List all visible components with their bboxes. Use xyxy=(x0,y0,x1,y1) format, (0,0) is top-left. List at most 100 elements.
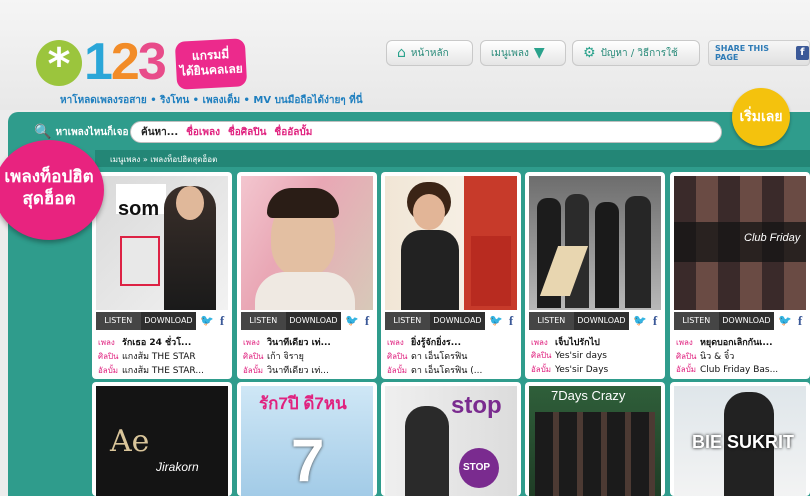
song-title[interactable]: รักเธอ 24 ชั่วโ... xyxy=(122,338,191,348)
download-button[interactable]: DOWNLOAD xyxy=(573,312,630,330)
listen-button[interactable]: LISTEN xyxy=(674,312,719,330)
artist-name[interactable]: นิว & จิ๋ว xyxy=(700,352,734,362)
listen-button[interactable]: LISTEN xyxy=(529,312,574,330)
artist-row: ศิลปิน ดา เอ็นโดรฟิน xyxy=(387,349,517,363)
album-cover[interactable] xyxy=(241,176,373,310)
artist-row: ศิลปิน Yes'sir days xyxy=(531,349,661,362)
facebook-icon[interactable]: f xyxy=(361,314,373,328)
song-card[interactable]: som LISTEN DOWNLOAD 🐦 f เพลง รักเธอ 24 ชั… xyxy=(92,172,232,379)
album-cover[interactable]: BIE SUKRIT xyxy=(674,386,806,496)
song-card[interactable]: LISTEN DOWNLOAD 🐦 f เพลง ยิ่งรู้จักยิ่งร.… xyxy=(381,172,521,379)
album-name[interactable]: แกงส้ม THE STAR... xyxy=(122,366,204,376)
album-label: อัลบั้ม xyxy=(243,366,264,375)
album-name[interactable]: ดา เอ็นโดรฟิน (... xyxy=(411,366,482,376)
song-label: เพลง xyxy=(243,338,260,347)
logo-number: 123 xyxy=(84,32,167,92)
search-hint-song: ชื่อเพลง xyxy=(186,126,220,138)
start-button[interactable]: เริ่มเลย xyxy=(732,88,790,146)
facebook-icon[interactable]: f xyxy=(216,314,228,328)
song-card[interactable]: stop STOP xyxy=(381,382,521,496)
facebook-icon[interactable]: f xyxy=(505,314,517,328)
twitter-icon[interactable]: 🐦 xyxy=(489,314,503,328)
artist-shirt xyxy=(255,272,355,310)
listen-button[interactable]: LISTEN xyxy=(385,312,430,330)
help-button[interactable]: ⚙ ปัญหา / วิธีการใช้ xyxy=(572,40,700,66)
site-logo[interactable]: * 123 แกรมมี่ ได้ยินคลเลย xyxy=(34,33,249,94)
cover-text: Ae xyxy=(110,424,150,459)
artist-figure xyxy=(405,406,449,496)
song-title[interactable]: หยุดบอกเลิกกันเ... xyxy=(700,338,773,348)
album-label: อัลบั้ม xyxy=(98,366,119,375)
download-button[interactable]: DOWNLOAD xyxy=(718,312,775,330)
song-card[interactable]: รัก7ปี ดี7หน 7 xyxy=(237,382,377,496)
listen-button[interactable]: LISTEN xyxy=(96,312,141,330)
search-label: 🔍 หาเพลงไหนก็เจอ xyxy=(34,124,130,140)
song-card[interactable]: LISTEN DOWNLOAD 🐦 f เพลง เจ็บไปรักไป ศิลป… xyxy=(525,172,665,379)
artist-name[interactable]: แกงส้ม THE STAR xyxy=(122,352,196,362)
album-cover[interactable]: Ae Jirakorn xyxy=(96,386,228,496)
music-menu-button[interactable]: เมนูเพลง ▼ xyxy=(480,40,566,66)
song-card[interactable]: Club Friday LISTEN DOWNLOAD 🐦 f เพลง หยุด… xyxy=(670,172,810,379)
album-name[interactable]: Yes'sir Days xyxy=(555,365,608,375)
album-label: อัลบั้ม xyxy=(676,365,697,374)
twitter-icon[interactable]: 🐦 xyxy=(778,314,792,328)
logo-badge: แกรมมี่ ได้ยินคลเลย xyxy=(174,38,248,90)
artist-name[interactable]: ดา เอ็นโดรฟิน xyxy=(411,352,467,362)
cover-text: som xyxy=(118,198,160,220)
song-label: เพลง xyxy=(387,338,404,347)
song-title-row: เพลง เจ็บไปรักไป xyxy=(531,335,661,349)
twitter-icon[interactable]: 🐦 xyxy=(345,314,359,328)
song-title-row: เพลง หยุดบอกเลิกกันเ... xyxy=(676,335,806,349)
download-button[interactable]: DOWNLOAD xyxy=(285,312,342,330)
album-cover[interactable]: Club Friday xyxy=(674,176,806,310)
artist-face xyxy=(413,194,445,230)
share-page-button[interactable]: SHARE THIS PAGE f xyxy=(708,40,810,66)
download-button[interactable]: DOWNLOAD xyxy=(429,312,486,330)
logo-badge-line: ได้ยินคลเลย xyxy=(179,61,244,79)
breadcrumb[interactable]: เมนูเพลง » เพลงท็อปฮิตสุดฮ็อต xyxy=(110,153,217,166)
song-title[interactable]: ยิ่งรู้จักยิ่งร... xyxy=(411,338,461,348)
twitter-icon[interactable]: 🐦 xyxy=(200,314,214,328)
album-cover[interactable]: stop STOP xyxy=(385,386,517,496)
band-member xyxy=(625,196,651,308)
song-title[interactable]: เจ็บไปรักไป xyxy=(555,338,600,348)
share-label: SHARE THIS PAGE xyxy=(715,44,769,62)
music-menu-label: เมนูเพลง xyxy=(491,47,529,59)
search-input[interactable]: ค้นหา... ชื่อเพลง ชื่อศิลปิน ชื่ออัลบั้ม xyxy=(130,121,722,143)
song-card[interactable]: BIE SUKRIT xyxy=(670,382,810,496)
facebook-icon[interactable]: f xyxy=(649,314,661,328)
search-hint-album: ชื่ออัลบั้ม xyxy=(274,126,313,138)
facebook-icon[interactable]: f xyxy=(794,314,806,328)
artist-body xyxy=(401,230,459,310)
song-label: เพลง xyxy=(531,338,548,347)
twitter-icon[interactable]: 🐦 xyxy=(633,314,647,328)
album-cover[interactable]: som xyxy=(96,176,228,310)
song-card[interactable]: Ae Jirakorn xyxy=(92,382,232,496)
song-card[interactable]: LISTEN DOWNLOAD 🐦 f เพลงวินาทีเดียว เท่.… xyxy=(237,172,377,379)
album-cover[interactable]: 7Days Crazy xyxy=(529,386,661,496)
search-label-text: หาเพลงไหนก็เจอ xyxy=(55,126,129,138)
album-cover[interactable] xyxy=(385,176,517,310)
action-row: LISTEN DOWNLOAD 🐦 f xyxy=(674,312,806,330)
album-row: อัลบั้ม Yes'sir Days xyxy=(531,363,661,376)
cover-decoration xyxy=(471,236,511,306)
home-button[interactable]: ⌂ หน้าหลัก xyxy=(386,40,473,66)
logo-digit: 2 xyxy=(110,33,140,91)
song-card[interactable]: 7Days Crazy xyxy=(525,382,665,496)
cover-subtext: STOP xyxy=(463,462,491,473)
artist-name[interactable]: เก้า จิรายุ xyxy=(267,352,304,362)
listen-button[interactable]: LISTEN xyxy=(241,312,286,330)
artist-row: ศิลปิน นิว & จิ๋ว xyxy=(676,349,806,363)
download-button[interactable]: DOWNLOAD xyxy=(140,312,197,330)
song-title[interactable]: วินาทีเดียว เท่... xyxy=(267,338,331,348)
action-row: LISTEN DOWNLOAD 🐦 f xyxy=(96,312,228,330)
song-title-row: เพลง วินาทีเดียว เท่... xyxy=(243,335,373,349)
gear-icon: ⚙ xyxy=(583,45,596,61)
album-cover[interactable]: รัก7ปี ดี7หน 7 xyxy=(241,386,373,496)
logo-star-icon: * xyxy=(36,40,82,90)
artist-name[interactable]: Yes'sir days xyxy=(555,351,607,361)
cover-text: Club Friday xyxy=(744,232,801,244)
album-cover[interactable] xyxy=(529,176,661,310)
album-name[interactable]: วินาทีเดียว เท่... xyxy=(267,366,329,376)
album-name[interactable]: Club Friday Bas... xyxy=(700,365,778,375)
